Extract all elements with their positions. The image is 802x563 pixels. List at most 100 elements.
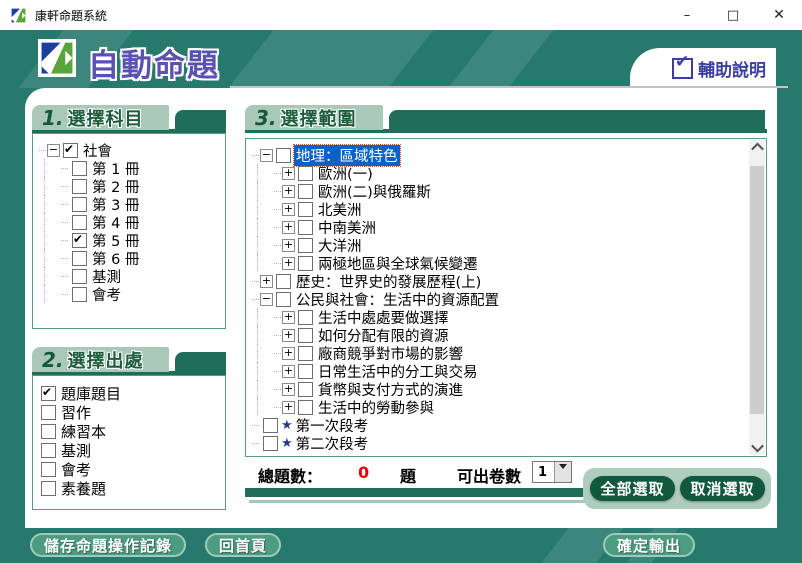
source-checkbox[interactable]	[41, 424, 56, 439]
tree-checkbox[interactable]	[298, 400, 313, 415]
tree-checkbox[interactable]	[263, 436, 278, 451]
expand-icon[interactable]: +	[282, 239, 295, 252]
tree-item-label: 第二次段考	[294, 433, 371, 454]
tree-checkbox[interactable]	[298, 166, 313, 181]
save-record-button[interactable]: 儲存命題操作記錄	[30, 533, 186, 557]
paper-count-select[interactable]: 1	[532, 461, 572, 483]
expand-icon[interactable]: +	[282, 185, 295, 198]
tree-item[interactable]: 第 4 冊	[39, 213, 225, 231]
tree-checkbox[interactable]	[72, 197, 87, 212]
tree-checkbox[interactable]	[72, 251, 87, 266]
home-button[interactable]: 回首頁	[205, 533, 281, 557]
tree-item[interactable]: +貨幣與支付方式的演進	[252, 380, 766, 398]
tree-item[interactable]: +生活中的勞動參與	[252, 398, 766, 416]
confirm-output-button[interactable]: 確定輸出	[603, 533, 695, 557]
tree-checkbox[interactable]	[298, 382, 313, 397]
expand-icon[interactable]: +	[282, 257, 295, 270]
tree-checkbox[interactable]	[298, 256, 313, 271]
tree-item[interactable]: 第 2 冊	[39, 177, 225, 195]
tree-item[interactable]: 第 1 冊	[39, 159, 225, 177]
tree-item[interactable]: ★第一次段考	[252, 416, 766, 434]
tree-checkbox[interactable]	[298, 202, 313, 217]
tree-checkbox[interactable]	[298, 220, 313, 235]
source-checkbox[interactable]	[41, 443, 56, 458]
source-checkbox[interactable]	[41, 405, 56, 420]
tree-item[interactable]: +大洋洲	[252, 236, 766, 254]
expand-icon[interactable]: +	[282, 401, 295, 414]
tree-checkbox[interactable]	[298, 310, 313, 325]
collapse-icon[interactable]: −	[47, 144, 60, 157]
source-option[interactable]: 素養題	[41, 479, 225, 498]
select-all-button[interactable]: 全部選取	[590, 476, 675, 501]
tree-item[interactable]: +歐洲(一)	[252, 164, 766, 182]
tree-item[interactable]: +歐洲(二)與俄羅斯	[252, 182, 766, 200]
maximize-button[interactable]: □	[710, 0, 756, 30]
header-divider	[230, 86, 788, 88]
expand-icon[interactable]: +	[282, 221, 295, 234]
tree-item[interactable]: ★第二次段考	[252, 434, 766, 452]
source-checkbox[interactable]: ✔	[41, 386, 56, 401]
tree-checkbox[interactable]	[72, 161, 87, 176]
tree-checkbox[interactable]	[72, 215, 87, 230]
tree-checkbox[interactable]	[72, 287, 87, 302]
tree-item[interactable]: +歷史：世界史的發展歷程(上)	[252, 272, 766, 290]
tree-checkbox[interactable]	[263, 418, 278, 433]
tree-item[interactable]: 第 6 冊	[39, 249, 225, 267]
source-option[interactable]: 練習本	[41, 422, 225, 441]
source-checkbox[interactable]	[41, 462, 56, 477]
tree-item[interactable]: +廠商競爭對市場的影響	[252, 344, 766, 362]
collapse-icon[interactable]: −	[260, 293, 273, 306]
help-link[interactable]: ✔ 輔助說明	[672, 56, 766, 81]
source-option[interactable]: ✔題庫題目	[41, 384, 225, 403]
tree-checkbox[interactable]: ✔	[72, 233, 87, 248]
expand-icon[interactable]: +	[282, 203, 295, 216]
scroll-up-icon[interactable]	[749, 140, 765, 155]
tree-checkbox[interactable]: ✔	[63, 143, 78, 158]
tree-item[interactable]: 會考	[39, 285, 225, 303]
scrollbar[interactable]	[749, 140, 765, 455]
tree-checkbox[interactable]	[298, 328, 313, 343]
tree-item[interactable]: +兩極地區與全球氣候變遷	[252, 254, 766, 272]
expand-icon[interactable]: +	[260, 275, 273, 288]
source-option[interactable]: 基測	[41, 441, 225, 460]
scroll-down-icon[interactable]	[749, 440, 765, 455]
tree-item[interactable]: −地理：區域特色	[252, 146, 766, 164]
tree-checkbox[interactable]	[72, 269, 87, 284]
tree-checkbox[interactable]	[298, 346, 313, 361]
tree-item[interactable]: +北美洲	[252, 200, 766, 218]
expand-icon[interactable]: +	[282, 365, 295, 378]
tree-checkbox[interactable]	[298, 184, 313, 199]
expand-icon[interactable]: +	[282, 329, 295, 342]
expand-icon[interactable]: +	[282, 347, 295, 360]
tree-checkbox[interactable]	[72, 179, 87, 194]
expand-icon[interactable]: +	[282, 167, 295, 180]
tree-checkbox[interactable]	[276, 274, 291, 289]
close-button[interactable]: ✕	[756, 0, 802, 30]
source-checkbox[interactable]	[41, 481, 56, 496]
tree-item[interactable]: +如何分配有限的資源	[252, 326, 766, 344]
tree-item[interactable]: +中南美洲	[252, 218, 766, 236]
source-option[interactable]: 習作	[41, 403, 225, 422]
tree-checkbox[interactable]	[276, 292, 291, 307]
dropdown-arrow-icon[interactable]	[554, 462, 571, 482]
minimize-button[interactable]: –	[664, 0, 710, 30]
tree-checkbox[interactable]	[298, 364, 313, 379]
deselect-all-button[interactable]: 取消選取	[680, 476, 765, 501]
tree-item[interactable]: ✔第 5 冊	[39, 231, 225, 249]
tree-indent-guide	[257, 164, 274, 182]
source-option[interactable]: 會考	[41, 460, 225, 479]
tree-connector	[61, 222, 68, 223]
collapse-icon[interactable]: −	[260, 149, 273, 162]
expand-icon[interactable]: +	[282, 383, 295, 396]
tree-item[interactable]: +日常生活中的分工與交易	[252, 362, 766, 380]
tree-item[interactable]: 第 3 冊	[39, 195, 225, 213]
tree-checkbox[interactable]	[298, 238, 313, 253]
tree-item[interactable]: +生活中處處要做選擇	[252, 308, 766, 326]
tree-item[interactable]: −✔社會	[39, 141, 225, 159]
tree-item[interactable]: −公民與社會：生活中的資源配置	[252, 290, 766, 308]
tree-checkbox[interactable]	[276, 148, 291, 163]
scrollbar-thumb[interactable]	[750, 166, 764, 414]
help-check-icon: ✔	[672, 58, 693, 79]
tree-item[interactable]: 基測	[39, 267, 225, 285]
expand-icon[interactable]: +	[282, 311, 295, 324]
